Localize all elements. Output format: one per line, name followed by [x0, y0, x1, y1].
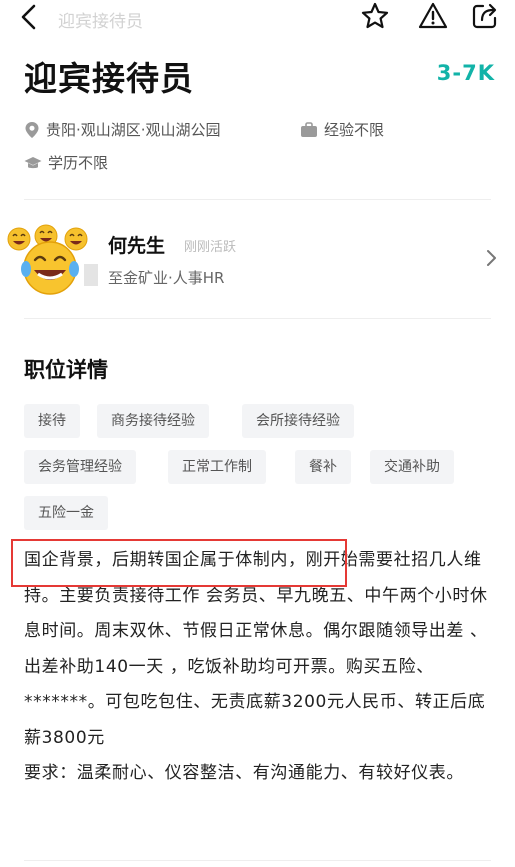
job-title: 迎宾接待员	[24, 59, 194, 98]
tag: 交通补助	[370, 450, 454, 484]
divider	[24, 199, 491, 200]
education-text: 学历不限	[48, 154, 109, 172]
tag: 正常工作制	[168, 450, 266, 484]
location-text: 贵阳·观山湖区·观山湖公园	[46, 121, 221, 139]
requirements-text: 要求：温柔耐心、仪容整洁、有沟通能力、有较好仪表。	[24, 763, 464, 783]
back-chevron-icon[interactable]	[14, 2, 44, 32]
highlight-box	[11, 539, 347, 587]
warning-icon[interactable]	[417, 0, 449, 32]
section-title: 职位详情	[24, 358, 108, 382]
nav-title: 迎宾接待员	[58, 12, 143, 32]
recruiter-avatar[interactable]	[4, 224, 100, 298]
tag: 会所接待经验	[242, 404, 354, 438]
briefcase-icon	[301, 121, 317, 137]
divider	[24, 318, 491, 319]
share-icon[interactable]	[469, 0, 501, 32]
tag: 会务管理经验	[24, 450, 136, 484]
graduation-cap-icon	[24, 156, 42, 168]
recruiter-company: 至金矿业·人事HR	[108, 269, 225, 287]
recruiter-status: 刚刚活跃	[184, 240, 237, 255]
salary: 3-7K	[436, 61, 495, 85]
divider	[24, 860, 491, 861]
tag: 商务接待经验	[97, 404, 209, 438]
tag: 五险一金	[24, 496, 108, 530]
location-row: 贵阳·观山湖区·观山湖公园	[24, 119, 221, 140]
recruiter-name[interactable]: 何先生	[108, 231, 165, 258]
chevron-right-icon[interactable]	[485, 248, 499, 268]
location-pin-icon	[25, 121, 39, 138]
education-row: 学历不限	[24, 152, 108, 173]
tag: 接待	[24, 404, 80, 438]
tag: 餐补	[295, 450, 351, 484]
star-icon[interactable]	[359, 0, 391, 32]
experience-row: 经验不限	[300, 119, 384, 140]
experience-text: 经验不限	[324, 121, 385, 139]
